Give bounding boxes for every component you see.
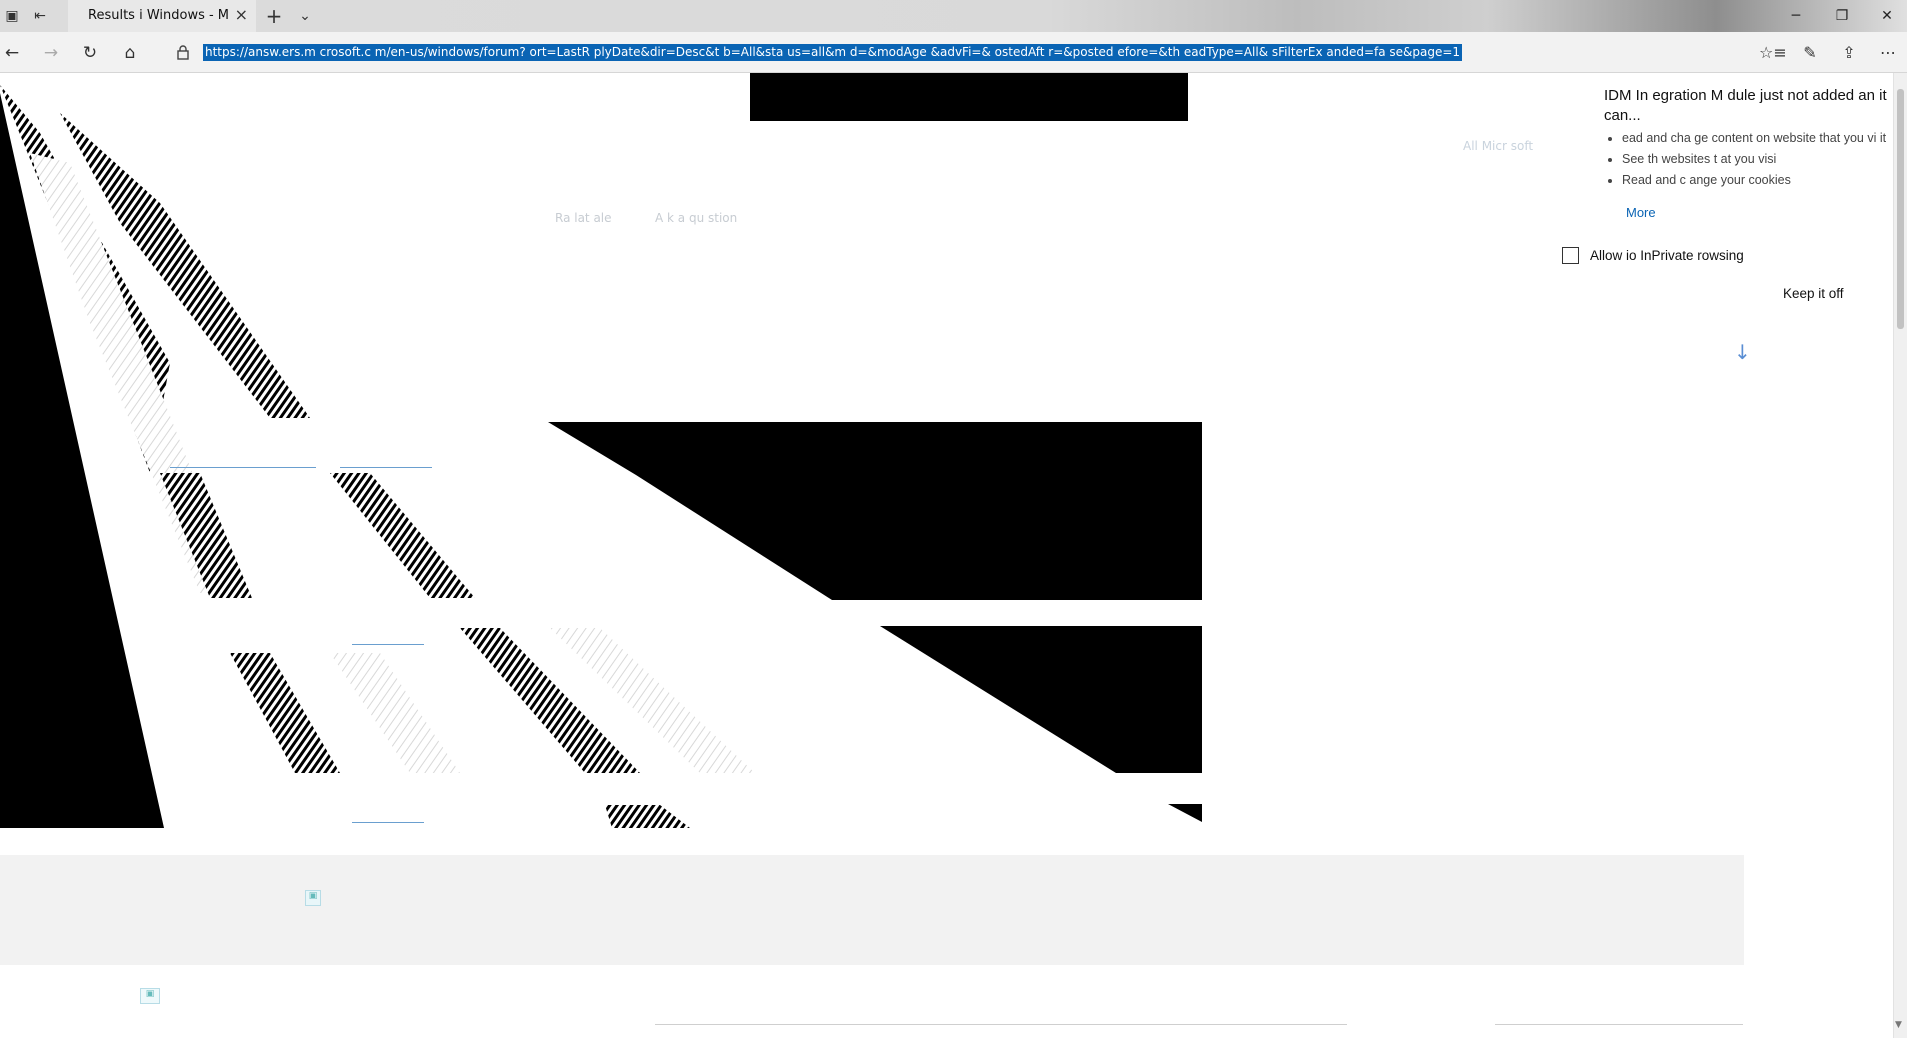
new-tab-icon[interactable]: +	[264, 6, 284, 26]
minimize-button[interactable]: ─	[1776, 4, 1816, 28]
restore-button[interactable]: ❐	[1822, 4, 1862, 28]
footer-divider	[655, 1024, 1347, 1025]
faint-toolbar-item[interactable]: A k a qu stion	[655, 211, 737, 225]
faint-button-icon[interactable]: ▣	[305, 890, 321, 906]
footer-divider	[1495, 1024, 1743, 1025]
lock-icon[interactable]	[175, 44, 191, 60]
extension-popup-title: IDM In egration M dule just not added an…	[1604, 87, 1887, 124]
tab-active[interactable]: Results i Windows - M ×	[68, 0, 256, 34]
close-window-button[interactable]: ✕	[1867, 4, 1907, 28]
allow-inprivate-checkbox[interactable]	[1562, 247, 1579, 264]
faint-toolbar: Ra lat ale A k a qu stion	[540, 192, 751, 244]
scrollbar-thumb[interactable]	[1897, 89, 1904, 329]
permission-item: See th websites t at you visi	[1622, 151, 1904, 168]
faint-toolbar-item[interactable]: Ra lat ale	[555, 211, 612, 225]
extension-permissions-list: ead and cha ge content on website that y…	[1604, 130, 1904, 193]
scroll-down-icon[interactable]: ▼	[1895, 1020, 1902, 1030]
permission-item: Read and c ange your cookies	[1622, 172, 1904, 189]
forward-icon[interactable]: →	[39, 41, 63, 65]
permission-item: ead and cha ge content on website that y…	[1622, 130, 1904, 147]
tab-preview-icon[interactable]: ▣	[2, 6, 22, 26]
refresh-icon[interactable]: ↻	[78, 41, 102, 65]
more-icon[interactable]: ⋯	[1876, 41, 1900, 65]
chevron-down-icon[interactable]: ⌄	[295, 6, 315, 26]
title-bar: ▣ ⇤ Results i Windows - M × + ⌄ ─ ❐ ✕	[0, 0, 1907, 34]
set-aside-tabs-icon[interactable]: ⇤	[30, 6, 50, 26]
navigation-bar: ← → ↻ ⌂ https://answ.ers.m crosoft.c m/e…	[0, 32, 1907, 73]
keep-it-off-button[interactable]: Keep it off	[1783, 286, 1844, 301]
notes-icon[interactable]: ✎	[1798, 41, 1822, 65]
address-bar-url[interactable]: https://answ.ers.m crosoft.c m/en-us/win…	[203, 44, 1463, 61]
all-microsoft-link[interactable]: All Micr soft	[1463, 139, 1533, 153]
faint-button-icon[interactable]: ▣	[140, 988, 160, 1004]
page-footer-area	[0, 855, 1744, 965]
tab-close-icon[interactable]: ×	[235, 5, 248, 24]
tab-title: Results i Windows - M	[88, 8, 230, 23]
vertical-scrollbar[interactable]	[1893, 73, 1907, 1038]
home-icon[interactable]: ⌂	[118, 41, 142, 65]
back-icon[interactable]: ←	[0, 41, 24, 65]
more-link[interactable]: More	[1626, 205, 1656, 220]
favorites-icon[interactable]: ☆≡	[1759, 41, 1787, 65]
scroll-down-arrow-icon[interactable]: ↓	[1734, 340, 1751, 364]
allow-inprivate-label: Allow io InPrivate rowsing	[1590, 248, 1744, 263]
share-icon[interactable]: ⇪	[1837, 41, 1861, 65]
